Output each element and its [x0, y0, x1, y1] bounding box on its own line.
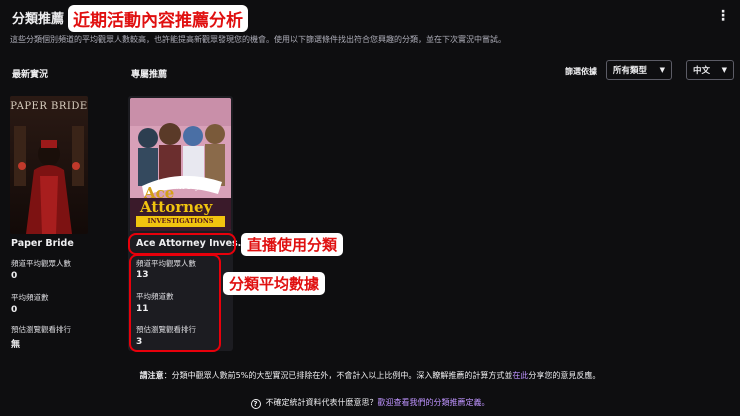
stat-label-avg-channels: 平均頻道數 [11, 293, 49, 302]
paper-bride-cover[interactable]: PAPER BRIDE [10, 96, 88, 234]
stat-label-avg-viewers: 頻道平均觀眾人數 [11, 259, 71, 268]
type-filter-select[interactable]: 所有類型 ▼ [606, 60, 672, 80]
note-feedback-link[interactable]: 在此 [512, 371, 528, 380]
chevron-down-icon: ▼ [721, 66, 727, 74]
language-filter-value: 中文 [693, 66, 711, 76]
note-text-before: ：分類中觀眾人數前5%的大型實況已排除在外，不會計入以上比例中。深入瞭解推薦的計… [163, 371, 513, 380]
category-stats-highlight [129, 254, 221, 352]
note-text-after: 分享您的意見反應。 [528, 371, 601, 380]
note-prefix: 請注意 [139, 371, 164, 380]
more-options-icon[interactable]: ⋮ [716, 8, 730, 24]
disclaimer-note: 請注意：分類中觀眾人數前5%的大型實況已排除在外，不會計入以上比例中。深入瞭解推… [0, 370, 740, 381]
page-subtitle: 這些分類個別頻道的平均觀眾人數較高，也許能提高新觀眾發現您的機會。使用以下篩選條… [10, 35, 506, 44]
question-icon: ? [250, 399, 261, 409]
stat-label-est-rank: 預估瀏覽觀看排行 [11, 325, 71, 334]
filter-label: 篩選依據 [565, 67, 597, 76]
cover-miles-edgeworth: Miles Edgeworth [170, 184, 220, 191]
footer-question: 不確定統計資料代表什麼意思？ [265, 398, 378, 407]
cover-investigations: INVESTIGATIONS [147, 217, 214, 225]
help-footer: ? 不確定統計資料代表什麼意思？歡迎查看我們的分類推薦定義。 [0, 397, 740, 409]
headline-annotation: 近期活動內容推薦分析 [68, 5, 248, 32]
type-filter-value: 所有類型 [613, 66, 648, 76]
language-filter-select[interactable]: 中文 ▼ [686, 60, 734, 80]
latest-category-name[interactable]: Paper Bride [11, 238, 74, 249]
chevron-down-icon: ▼ [659, 66, 665, 74]
category-used-annotation: 直播使用分類 [241, 233, 344, 256]
page-title: 分類推薦 [12, 12, 65, 27]
stat-value-avg-channels: 0 [11, 305, 18, 315]
stat-value-avg-viewers: 0 [11, 271, 18, 281]
section-latest-stream: 最新實況 [12, 70, 49, 80]
category-name-highlight [128, 233, 236, 255]
ace-attorney-cover[interactable]: Miles Edgeworth Ace Attorney INVESTIGATI… [130, 98, 231, 231]
cover-attorney: Attorney [140, 198, 213, 216]
footer-definitions-link[interactable]: 歡迎查看我們的分類推薦定義。 [378, 398, 490, 407]
category-stats-annotation: 分類平均數據 [223, 272, 326, 295]
paper-bride-cover-title: PAPER BRIDE [10, 101, 88, 112]
section-recommended: 專屬推薦 [131, 70, 168, 80]
stat-value-est-rank: 無 [11, 340, 21, 350]
